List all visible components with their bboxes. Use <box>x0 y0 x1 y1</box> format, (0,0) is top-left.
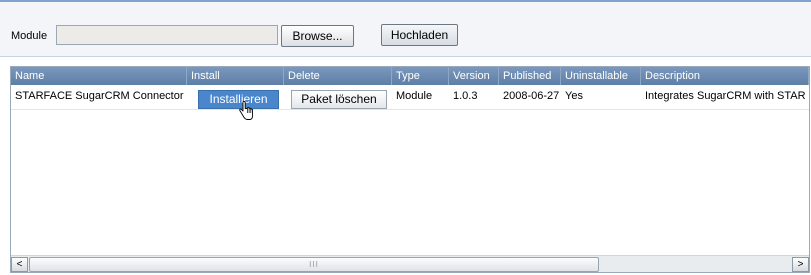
browse-button[interactable]: Browse... <box>281 25 354 47</box>
scroll-right-button[interactable]: > <box>792 257 809 272</box>
module-type-cell: Module <box>396 90 433 102</box>
grid-header: Name Install Delete Type Version Publish… <box>11 67 809 85</box>
module-published-cell: 2008-06-27 12 <box>503 90 561 102</box>
hand-pointer-icon <box>239 101 253 120</box>
delete-cell: Paket löschen <box>284 86 392 109</box>
column-header-uninstallable[interactable]: Uninstallable <box>561 67 641 85</box>
column-header-description[interactable]: Description <box>641 67 809 85</box>
upload-button[interactable]: Hochladen <box>381 24 458 46</box>
module-version-cell: 1.0.3 <box>453 90 478 102</box>
modules-grid: Name Install Delete Type Version Publish… <box>10 66 810 273</box>
module-upload-panel: Module Browse... Hochladen <box>0 0 811 57</box>
scroll-left-button[interactable]: < <box>11 257 28 272</box>
delete-package-button[interactable]: Paket löschen <box>291 90 387 109</box>
column-header-version[interactable]: Version <box>449 67 499 85</box>
horizontal-scrollbar[interactable]: < III > <box>11 255 809 272</box>
module-label: Module <box>11 30 48 42</box>
install-cell: Installieren <box>187 86 284 109</box>
module-description-cell: Integrates SugarCRM with STAR <box>645 90 806 102</box>
column-header-name[interactable]: Name <box>11 67 187 85</box>
module-name-cell: STARFACE SugarCRM Connector <box>15 90 184 102</box>
column-header-delete[interactable]: Delete <box>284 67 392 85</box>
column-header-install[interactable]: Install <box>187 67 284 85</box>
scrollbar-thumb[interactable]: III <box>29 257 599 272</box>
module-uninstallable-cell: Yes <box>565 90 583 102</box>
table-row[interactable]: STARFACE SugarCRM Connector Installieren… <box>11 86 809 110</box>
file-path-input[interactable] <box>56 25 278 45</box>
column-header-type[interactable]: Type <box>392 67 449 85</box>
column-header-published[interactable]: Published <box>499 67 561 85</box>
scrollbar-grip-icon: III <box>309 260 319 269</box>
